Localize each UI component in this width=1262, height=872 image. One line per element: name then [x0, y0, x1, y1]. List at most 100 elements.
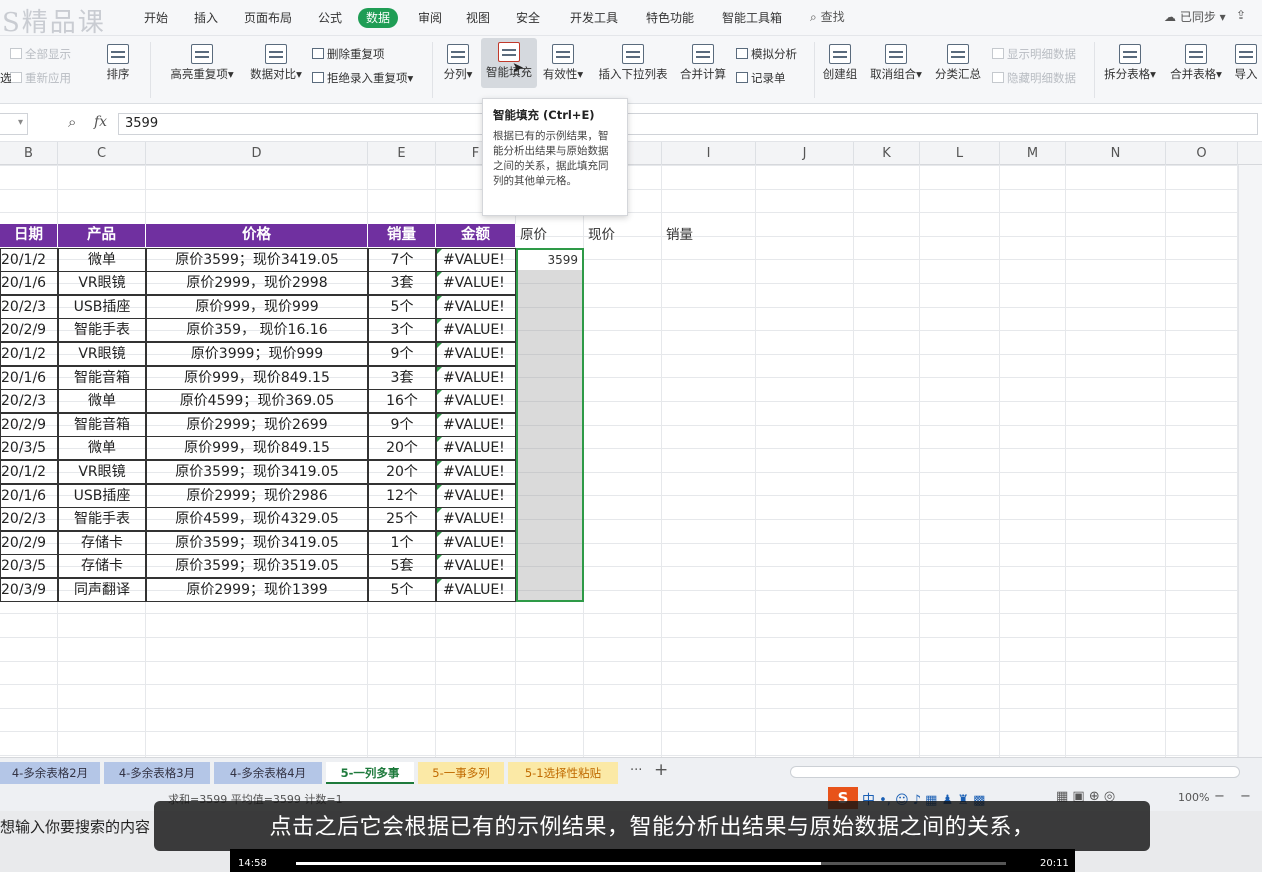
validity-button[interactable]: 有效性▾ [540, 40, 586, 82]
table-cell[interactable]: #VALUE! [436, 389, 516, 413]
table-cell[interactable]: #VALUE! [436, 413, 516, 437]
table-cell[interactable]: 5个 [368, 295, 436, 319]
table-cell[interactable]: USB插座 [58, 484, 146, 508]
table-cell[interactable]: #VALUE! [436, 484, 516, 508]
menu-tab-1[interactable]: 插入 [194, 8, 218, 28]
more-sheets-icon[interactable]: ··· [630, 763, 642, 778]
ungroup-button[interactable]: 取消组合▾ [866, 40, 926, 82]
menu-tab-0[interactable]: 开始 [144, 8, 168, 28]
hide-detail-button[interactable]: 隐藏明细数据 [992, 70, 1076, 86]
table-cell[interactable]: 原价3599；现价3419.05 [146, 248, 368, 272]
table-cell[interactable]: 存储卡 [58, 554, 146, 578]
table-cell[interactable]: #VALUE! [436, 295, 516, 319]
table-cell[interactable]: 5个 [368, 578, 436, 602]
selected-cell-g[interactable]: 3599 [518, 250, 582, 270]
column-header-J[interactable]: J [756, 142, 854, 165]
sheet-tab-5[interactable]: 5-1选择性粘贴 [508, 762, 618, 784]
zoom-level[interactable]: 100% [1178, 791, 1209, 804]
split-table-button[interactable]: 拆分表格▾ [1098, 40, 1162, 82]
table-cell[interactable]: 5套 [368, 554, 436, 578]
table-cell[interactable]: 20/2/9 [0, 318, 58, 342]
show-detail-button[interactable]: 显示明细数据 [992, 46, 1076, 62]
table-cell[interactable]: 3套 [368, 366, 436, 390]
table-cell[interactable]: 20/2/3 [0, 507, 58, 531]
menu-tab-7[interactable]: 安全 [516, 8, 540, 28]
table-cell[interactable]: 智能音箱 [58, 413, 146, 437]
filter-button-partial[interactable]: 选 [0, 70, 12, 86]
table-cell[interactable]: 微单 [58, 248, 146, 272]
horizontal-scrollbar[interactable] [790, 766, 1240, 778]
table-cell[interactable]: 原价3599；现价3419.05 [146, 460, 368, 484]
table-cell[interactable]: 同声翻译 [58, 578, 146, 602]
table-cell[interactable]: 原价4599；现价369.05 [146, 389, 368, 413]
table-cell[interactable]: 20/1/2 [0, 342, 58, 366]
table-cell[interactable]: 原价2999；现价1399 [146, 578, 368, 602]
sheet-tab-2[interactable]: 4-多余表格4月 [214, 762, 322, 784]
table-cell[interactable]: 20/2/3 [0, 389, 58, 413]
table-cell[interactable]: #VALUE! [436, 507, 516, 531]
sheet-tab-3[interactable]: 5-一列多事 [326, 762, 414, 784]
zoom-out-icon[interactable]: − [1214, 789, 1225, 804]
spreadsheet-grid[interactable]: BCDEFGHIJKLMNO 日期产品价格销量金额原价现价销量20/1/2微单原… [0, 142, 1262, 757]
menu-tab-3[interactable]: 公式 [318, 8, 342, 28]
table-cell[interactable]: 20个 [368, 436, 436, 460]
table-cell[interactable]: 12个 [368, 484, 436, 508]
table-cell[interactable]: 20/1/6 [0, 484, 58, 508]
column-header-O[interactable]: O [1166, 142, 1238, 165]
subtotal-button[interactable]: 分类汇总 [930, 40, 986, 82]
table-cell[interactable]: #VALUE! [436, 578, 516, 602]
table-cell[interactable]: 微单 [58, 389, 146, 413]
column-header-M[interactable]: M [1000, 142, 1066, 165]
menu-tab-6[interactable]: 视图 [466, 8, 490, 28]
table-cell[interactable]: 原价359， 现价16.16 [146, 318, 368, 342]
table-cell[interactable]: 20/3/5 [0, 554, 58, 578]
sort-button[interactable]: 排序 [98, 40, 138, 82]
column-header-D[interactable]: D [146, 142, 368, 165]
table-cell[interactable]: 20/1/6 [0, 366, 58, 390]
table-cell[interactable]: VR眼镜 [58, 271, 146, 295]
table-cell[interactable]: 16个 [368, 389, 436, 413]
table-cell[interactable]: 原价999，现价849.15 [146, 436, 368, 460]
table-cell[interactable]: 7个 [368, 248, 436, 272]
table-cell[interactable]: 20/3/9 [0, 578, 58, 602]
table-cell[interactable]: 原价2999，现价2998 [146, 271, 368, 295]
taskbar-search-hint[interactable]: 想输入你要搜索的内容 [0, 816, 150, 837]
table-cell[interactable]: 原价3999；现价999 [146, 342, 368, 366]
table-cell[interactable]: 20/1/2 [0, 460, 58, 484]
fx-icon[interactable]: fx [94, 114, 107, 130]
table-cell[interactable]: VR眼镜 [58, 460, 146, 484]
table-cell[interactable]: #VALUE! [436, 531, 516, 555]
menu-tab-9[interactable]: 特色功能 [646, 8, 694, 28]
table-cell[interactable]: 智能手表 [58, 507, 146, 531]
create-group-button[interactable]: 创建组 [818, 40, 862, 82]
table-cell[interactable]: #VALUE! [436, 436, 516, 460]
table-cell[interactable]: 原价2999；现价2699 [146, 413, 368, 437]
table-cell[interactable]: 20个 [368, 460, 436, 484]
table-cell[interactable]: 20/2/9 [0, 413, 58, 437]
table-cell[interactable]: 20/2/9 [0, 531, 58, 555]
sheet-tab-4[interactable]: 5-一事多列 [418, 762, 504, 784]
menu-tab-8[interactable]: 开发工具 [570, 8, 618, 28]
table-cell[interactable]: 微单 [58, 436, 146, 460]
formula-input[interactable]: 3599 [118, 113, 1258, 135]
table-cell[interactable]: 9个 [368, 413, 436, 437]
table-cell[interactable]: 20/1/6 [0, 271, 58, 295]
column-header-L[interactable]: L [920, 142, 1000, 165]
table-cell[interactable]: 3套 [368, 271, 436, 295]
table-cell[interactable]: 存储卡 [58, 531, 146, 555]
table-cell[interactable]: #VALUE! [436, 271, 516, 295]
table-cell[interactable]: #VALUE! [436, 366, 516, 390]
table-cell[interactable]: 智能音箱 [58, 366, 146, 390]
data-compare-button[interactable]: 数据对比▾ [244, 40, 308, 82]
show-all-button[interactable]: 全部显示 [10, 46, 71, 62]
table-cell[interactable]: #VALUE! [436, 554, 516, 578]
menu-tab-10[interactable]: 智能工具箱 [722, 8, 782, 28]
import-button[interactable]: 导入 [1230, 40, 1262, 82]
column-header-N[interactable]: N [1066, 142, 1166, 165]
table-cell[interactable]: 9个 [368, 342, 436, 366]
reapply-button[interactable]: 重新应用 [10, 70, 71, 86]
delete-duplicates-button[interactable]: 删除重复项 [312, 46, 385, 62]
add-sheet-icon[interactable]: + [654, 760, 668, 780]
search-command[interactable]: ⌕ 查找 [810, 8, 845, 25]
reject-duplicates-button[interactable]: 拒绝录入重复项▾ [312, 70, 413, 86]
